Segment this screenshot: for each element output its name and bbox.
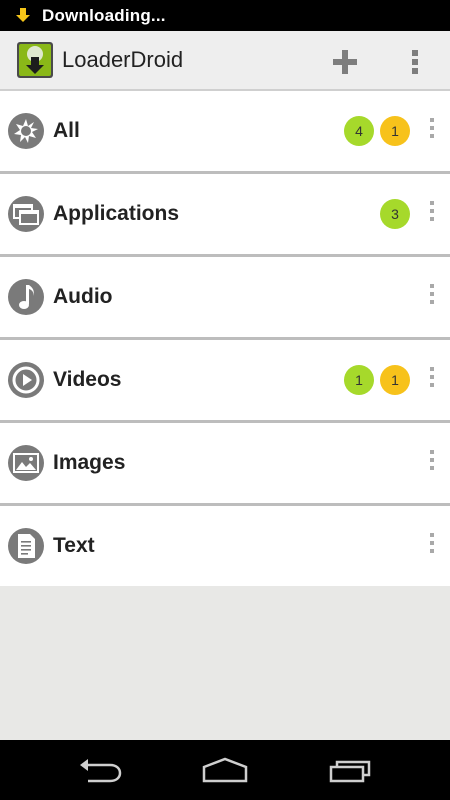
row-menu-icon[interactable] — [426, 284, 438, 310]
row-menu-icon[interactable] — [426, 118, 438, 144]
plus-icon[interactable] — [330, 47, 360, 77]
category-label: Text — [53, 534, 95, 557]
row-menu-icon[interactable] — [426, 533, 438, 559]
status-bar: Downloading... — [0, 0, 450, 31]
music-note-icon — [8, 279, 44, 315]
navigation-bar — [0, 740, 450, 800]
download-arrow-icon — [16, 7, 30, 22]
category-label: All — [53, 119, 80, 142]
count-badge: 1 — [344, 365, 374, 395]
row-menu-icon[interactable] — [426, 367, 438, 393]
category-label: Applications — [53, 202, 180, 225]
play-icon — [8, 362, 44, 398]
row-menu-icon[interactable] — [426, 450, 438, 476]
document-icon — [8, 528, 44, 564]
category-list: All 4 1 Applications 3 Audio Videos 1 1 … — [0, 91, 450, 586]
category-audio[interactable]: Audio — [0, 257, 450, 340]
count-badge: 4 — [344, 116, 374, 146]
app-title: LoaderDroid — [62, 47, 184, 72]
badge-group: 4 1 — [344, 91, 410, 171]
action-bar: LoaderDroid — [0, 31, 450, 91]
category-images[interactable]: Images — [0, 423, 450, 506]
count-badge: 3 — [380, 199, 410, 229]
more-vertical-icon[interactable] — [405, 47, 425, 77]
category-label: Videos — [53, 368, 122, 391]
badge-group: 1 1 — [344, 340, 410, 420]
home-icon[interactable] — [201, 755, 249, 785]
count-badge: 1 — [380, 116, 410, 146]
image-icon — [8, 445, 44, 481]
category-applications[interactable]: Applications 3 — [0, 174, 450, 257]
app-logo-icon — [17, 42, 53, 78]
badge-group: 3 — [380, 174, 410, 254]
status-text: Downloading... — [42, 5, 166, 25]
count-badge: 1 — [380, 365, 410, 395]
category-all[interactable]: All 4 1 — [0, 91, 450, 174]
back-icon[interactable] — [78, 755, 122, 785]
row-menu-icon[interactable] — [426, 201, 438, 227]
all-burst-icon — [8, 113, 44, 149]
recent-apps-icon[interactable] — [328, 755, 374, 785]
applications-icon — [8, 196, 44, 232]
category-label: Images — [53, 451, 126, 474]
category-text[interactable]: Text — [0, 506, 450, 586]
category-label: Audio — [53, 285, 113, 308]
category-videos[interactable]: Videos 1 1 — [0, 340, 450, 423]
